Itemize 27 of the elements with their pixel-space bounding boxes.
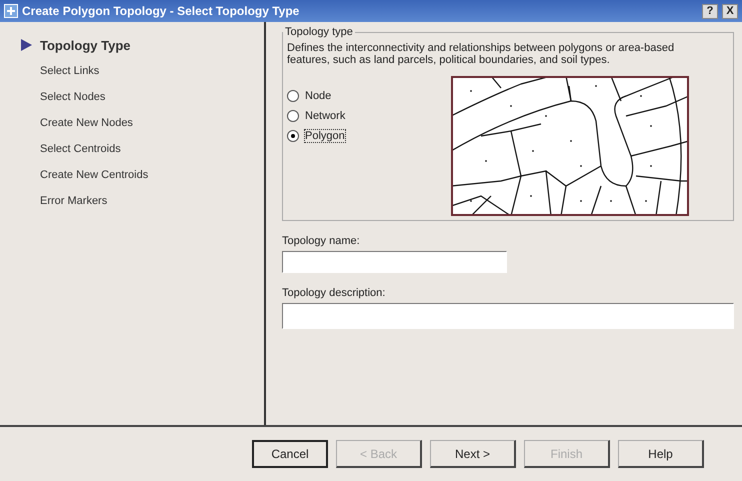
- wizard-step[interactable]: Create New Nodes: [0, 110, 264, 136]
- field-label: Topology description:: [282, 287, 386, 299]
- help-button[interactable]: ?: [702, 4, 718, 18]
- app-icon: [4, 4, 18, 18]
- radio-option[interactable]: Polygon: [287, 130, 451, 142]
- wizard-button[interactable]: Help: [618, 440, 704, 468]
- input-field[interactable]: [282, 303, 734, 329]
- close-button[interactable]: X: [722, 4, 738, 18]
- wizard-step[interactable]: Topology Type: [0, 32, 264, 58]
- wizard-step[interactable]: Error Markers: [0, 188, 264, 214]
- window-title: Create Polygon Topology - Select Topology Type: [22, 4, 300, 18]
- radio-button[interactable]: [287, 110, 299, 122]
- wizard-step[interactable]: Select Nodes: [0, 84, 264, 110]
- wizard-step[interactable]: Create New Centroids: [0, 162, 264, 188]
- wizard-button[interactable]: Next >: [430, 440, 516, 468]
- radio-option[interactable]: Node: [287, 90, 451, 102]
- group-title: Topology type: [284, 26, 354, 38]
- input-field[interactable]: [282, 251, 507, 273]
- radio-option[interactable]: Network: [287, 110, 451, 122]
- radio-button[interactable]: [287, 130, 299, 142]
- wizard-button[interactable]: Cancel: [252, 440, 328, 468]
- wizard-step[interactable]: Select Links: [0, 58, 264, 84]
- description-text: Defines the interconnectivity and relationships between polygons or area-based features, such as land parcels, political boundaries, and soil types.: [287, 42, 676, 66]
- field-label: Topology name:: [282, 235, 361, 247]
- radio-button[interactable]: [287, 90, 299, 102]
- arrow-icon: [20, 39, 32, 51]
- wizard-step[interactable]: Select Centroids: [0, 136, 264, 162]
